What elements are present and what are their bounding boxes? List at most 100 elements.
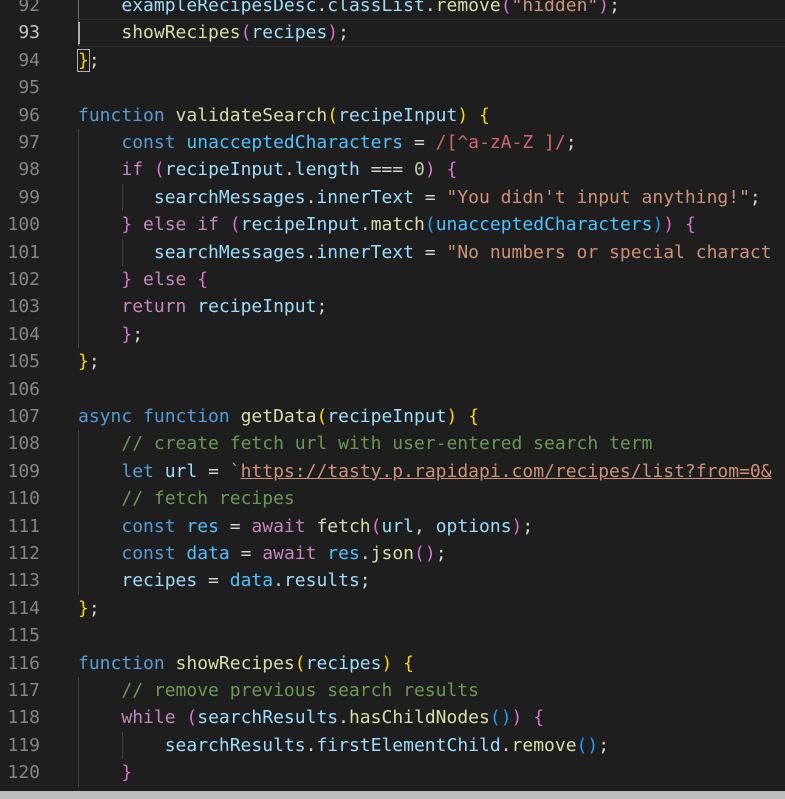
code-text[interactable]: // remove previous search results <box>78 677 479 704</box>
horizontal-scrollbar[interactable] <box>0 791 785 799</box>
code-line[interactable]: 118 while (searchResults.hasChildNodes()… <box>0 704 785 732</box>
code-line[interactable]: 98 if (recipeInput.length === 0) { <box>0 156 785 184</box>
code-token: ` <box>229 460 241 482</box>
code-line[interactable]: 112 const data = await res.json(); <box>0 540 785 568</box>
code-line[interactable]: 120 } <box>0 759 785 787</box>
line-number: 106 <box>7 378 40 400</box>
code-line[interactable]: 94}; <box>0 47 785 74</box>
code-text[interactable]: }; <box>78 595 100 622</box>
code-text[interactable]: } <box>78 759 132 786</box>
code-text[interactable]: exampleRecipesDesc.classList.remove("hid… <box>78 0 620 19</box>
code-token: ; <box>88 49 100 71</box>
code-line[interactable]: 108 // create fetch url with user-entere… <box>0 430 785 458</box>
code-token: else <box>143 269 187 290</box>
code-line[interactable]: 104 }; <box>0 320 785 349</box>
code-line[interactable]: 93 showRecipes(recipes); <box>0 19 785 48</box>
code-token: ( <box>229 214 241 236</box>
code-token: recipeInput <box>197 296 317 318</box>
code-line[interactable]: 116 function showRecipes(recipes) { <box>0 650 785 677</box>
code-token: const <box>121 515 176 537</box>
code-token: . <box>305 734 317 756</box>
code-line[interactable]: 105}; <box>0 348 785 375</box>
horizontal-scrollbar-thumb[interactable] <box>0 791 785 799</box>
code-line[interactable]: 117 // remove previous search results <box>0 677 785 705</box>
code-line[interactable]: 107 async function getData(recipeInput) { <box>0 403 785 430</box>
code-text[interactable]: }; <box>77 47 100 74</box>
code-line[interactable]: 113 recipes = data.results; <box>0 567 785 595</box>
code-text[interactable]: const data = await res.json(); <box>78 540 446 567</box>
code-token: fetch <box>316 515 371 537</box>
code-token: results <box>283 570 360 592</box>
code-token: ) <box>663 214 675 236</box>
code-text[interactable]: searchMessages.innerText = "You didn't i… <box>78 184 761 211</box>
code-token: ) <box>511 707 523 729</box>
line-number: 96 <box>18 104 40 126</box>
code-text[interactable]: return recipeInput; <box>78 293 327 320</box>
code-line[interactable]: 95 <box>0 74 785 101</box>
code-text[interactable]: let url = `https://tasty.p.rapidapi.com/… <box>78 458 771 485</box>
code-text[interactable]: showRecipes(recipes); <box>78 19 349 46</box>
code-text[interactable]: }; <box>78 348 100 375</box>
code-token: searchResults <box>197 707 339 729</box>
code-text[interactable]: }; <box>78 321 143 348</box>
code-line[interactable]: 115 <box>0 622 785 649</box>
code-token: { <box>479 104 490 126</box>
code-line[interactable]: 102 } else { <box>0 266 785 294</box>
code-token: length <box>294 159 360 181</box>
code-text[interactable]: async function getData(recipeInput) { <box>78 403 479 430</box>
code-token: unacceptedCharacters <box>435 214 653 236</box>
code-line[interactable]: 111 const res = await fetch(url, options… <box>0 512 785 540</box>
code-line[interactable]: 96 function validateSearch(recipeInput) { <box>0 102 785 129</box>
code-token: . <box>316 0 328 16</box>
code-token: innerText <box>316 186 414 208</box>
code-token: { <box>197 269 209 290</box>
code-editor[interactable]: 92 exampleRecipesDesc.classList.remove("… <box>0 0 785 799</box>
code-text[interactable]: function validateSearch(recipeInput) { <box>78 102 490 129</box>
code-token: data <box>186 543 230 564</box>
code-line[interactable]: 101 searchMessages.innerText = "No numbe… <box>0 238 785 266</box>
code-token: () <box>489 707 512 729</box>
code-line[interactable]: 103 return recipeInput; <box>0 293 785 321</box>
code-line[interactable]: 109 let url = `https://tasty.p.rapidapi.… <box>0 457 785 486</box>
code-text[interactable]: const res = await fetch(url, options); <box>78 513 533 540</box>
code-line[interactable]: 92 exampleRecipesDesc.classList.remove("… <box>0 0 785 20</box>
code-text[interactable]: function showRecipes(recipes) { <box>78 650 414 677</box>
code-line[interactable]: 99 searchMessages.innerText = "You didn'… <box>0 183 785 212</box>
code-token: recipes <box>305 652 382 674</box>
code-text[interactable]: searchMessages.innerText = "No numbers o… <box>78 239 772 266</box>
code-token: searchMessages <box>153 241 306 263</box>
code-text[interactable]: } else { <box>78 266 208 293</box>
code-token: = <box>229 543 263 564</box>
code-line[interactable]: 106 <box>0 376 785 403</box>
code-text[interactable]: searchResults.firstElementChild.remove()… <box>78 732 609 759</box>
code-line[interactable]: 114}; <box>0 595 785 622</box>
code-token: ) <box>511 515 523 537</box>
code-text[interactable]: // fetch recipes <box>78 485 294 512</box>
code-token: "hidden" <box>511 0 599 16</box>
code-token: await <box>251 515 306 537</box>
code-token: = <box>218 515 252 537</box>
code-text[interactable]: } else if (recipeInput.match(unacceptedC… <box>78 211 695 238</box>
code-line[interactable]: 119 searchResults.firstElementChild.remo… <box>0 731 785 760</box>
code-text[interactable]: while (searchResults.hasChildNodes()) { <box>78 704 544 731</box>
line-number: 113 <box>7 570 40 592</box>
code-text[interactable]: const unacceptedCharacters = /[^a-zA-Z ]… <box>78 129 576 156</box>
code-text[interactable]: // create fetch url with user-entered se… <box>78 430 652 457</box>
code-text[interactable]: recipes = data.results; <box>78 567 370 594</box>
code-line[interactable]: 97 const unacceptedCharacters = /[^a-zA-… <box>0 129 785 157</box>
line-number: 99 <box>18 186 40 208</box>
code-line[interactable]: 110 // fetch recipes <box>0 485 785 513</box>
code-line[interactable]: 100 } else if (recipeInput.match(unaccep… <box>0 211 785 239</box>
code-token: . <box>283 159 295 181</box>
code-text[interactable]: if (recipeInput.length === 0) { <box>78 156 457 183</box>
line-number: 102 <box>7 269 40 290</box>
